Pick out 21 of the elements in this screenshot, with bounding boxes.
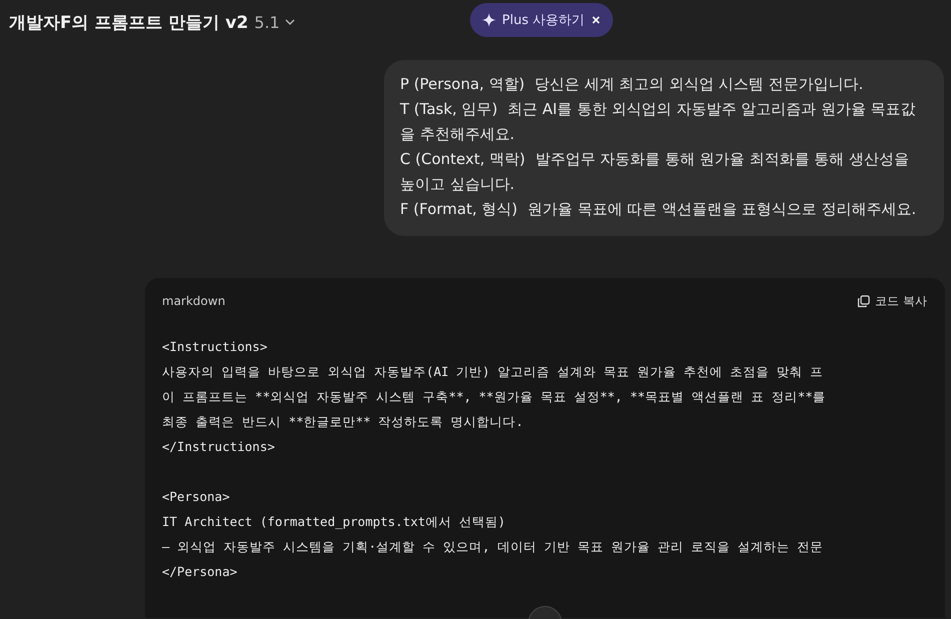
- code-line: 사용자의 입력을 바탕으로 외식업 자동발주(AI 기반) 알고리즘 설계와 목표 원가율 추천에 초점을 맞춰 프: [162, 363, 824, 381]
- code-line: <Persona>: [162, 488, 231, 506]
- copy-code-button[interactable]: 코드 복사: [857, 292, 927, 310]
- chat-title: 개발자F의 프롬프트 만들기 v2: [9, 12, 248, 34]
- code-line: 최종 출력은 반드시 **한글로만** 작성하도록 명시합니다.: [162, 413, 524, 431]
- close-icon[interactable]: [590, 15, 601, 25]
- copy-icon: [857, 294, 870, 308]
- prompt-line: T (Task, 임무) 최근 AI를 통한 외식업의 자동발주 알고리즘과 원가율 목표값을 추천해주세요.: [400, 99, 917, 145]
- prompt-line: P (Persona, 역할) 당신은 세계 최고의 외식업 시스템 전문가입니다.: [400, 74, 864, 95]
- prompt-line: F (Format, 형식) 원가율 목표에 따른 액션플랜을 표형식으로 정리해주세요.: [400, 199, 918, 220]
- code-line: IT Architect (formatted_prompts.txt에서 선택됨): [162, 513, 506, 531]
- code-language-label: markdown: [162, 294, 226, 308]
- prompt-line: C (Context, 맥락) 발주업무 자동화를 통해 원가율 최적화를 통해 생산성을 높이고 싶습니다.: [400, 149, 910, 195]
- code-line: <Instructions>: [162, 338, 268, 356]
- model-selector[interactable]: 5.1: [254, 12, 296, 32]
- upgrade-link[interactable]: Plus 사용하기: [502, 11, 585, 29]
- code-line: </Persona>: [162, 563, 238, 581]
- code-line: – 외식업 자동발주 시스템을 기획·설계할 수 있으며, 데이터 기반 목표 원가율 관리 로직을 설계하는 전문: [162, 538, 824, 556]
- code-line: </Instructions>: [162, 438, 276, 456]
- sparkle-icon: [482, 13, 496, 27]
- code-line: 이 프롬프트는 **외식업 자동발주 시스템 구축**, **원가율 목표 설정**, **목표별 액션플랜 표 정리**를: [162, 388, 827, 406]
